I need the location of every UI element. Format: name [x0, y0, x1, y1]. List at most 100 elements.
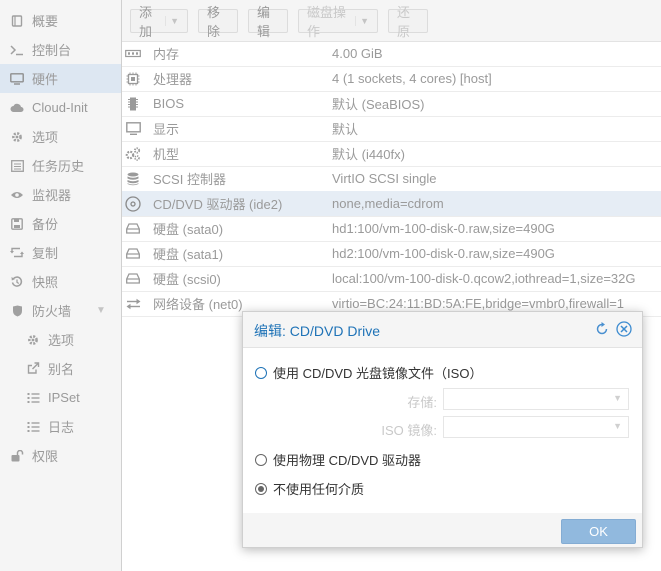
sidebar-item-label: 硬件 — [32, 72, 59, 87]
chevron-down-icon: ▼ — [613, 421, 622, 431]
list-ol-icon — [26, 391, 40, 405]
sidebar-item-cloud-init[interactable]: Cloud-Init — [0, 93, 121, 122]
row-key: 内存 — [153, 47, 180, 62]
eye-icon — [10, 188, 24, 202]
sidebar-item-firewall[interactable]: 防火墙 ▼ — [0, 296, 121, 325]
radio-circle — [255, 453, 267, 466]
cogs-icon — [125, 146, 141, 162]
table-row[interactable]: 显示 默认 — [122, 116, 661, 142]
remove-button-label: 移除 — [207, 5, 221, 39]
add-button[interactable]: 添加 ▼ — [130, 5, 188, 39]
list-icon — [10, 159, 24, 173]
row-value: VirtIO SCSI single — [332, 171, 437, 186]
table-row[interactable]: 处理器 4 (1 sockets, 4 cores) [host] — [122, 66, 661, 92]
sidebar-item-ipset[interactable]: IPSet — [0, 383, 121, 412]
table-row[interactable]: BIOS 默认 (SeaBIOS) — [122, 91, 661, 117]
sidebar-item-snapshots[interactable]: 快照 — [0, 267, 121, 296]
shield-icon — [10, 304, 24, 318]
row-value: hd1:100/vm-100-disk-0.raw,size=490G — [332, 221, 555, 236]
ok-button-label: OK — [589, 524, 608, 539]
external-link-icon — [26, 362, 40, 376]
row-key: 硬盘 (scsi0) — [153, 272, 221, 287]
toolbar: 添加 ▼ 移除 编辑 磁盘操作 ▼ 还原 — [122, 0, 661, 42]
sidebar: 概要 控制台 硬件 Cloud-Init 选项 任务历史 监视器 备份 复制 快… — [0, 0, 122, 571]
revert-button-label: 还原 — [397, 5, 411, 39]
dialog-header: 编辑: CD/DVD Drive — [243, 312, 642, 347]
sidebar-item-alias[interactable]: 别名 — [0, 354, 121, 383]
ok-button[interactable]: OK — [561, 519, 636, 544]
row-value: none,media=cdrom — [332, 196, 444, 211]
edit-cdrom-dialog: 编辑: CD/DVD Drive 使用 CD/DVD 光盘镜像文件（ISO） 存… — [242, 311, 643, 548]
table-row[interactable]: 硬盘 (sata0) hd1:100/vm-100-disk-0.raw,siz… — [122, 216, 661, 242]
sidebar-item-label: 防火墙 — [32, 304, 72, 319]
sidebar-item-options[interactable]: 选项 — [0, 122, 121, 151]
sidebar-item-task-history[interactable]: 任务历史 — [0, 151, 121, 180]
row-key: 机型 — [153, 147, 180, 162]
sidebar-item-monitor[interactable]: 监视器 — [0, 180, 121, 209]
iso-image-label: ISO 镜像: — [381, 423, 437, 438]
remove-button[interactable]: 移除 — [198, 5, 238, 39]
disk-action-button-label: 磁盘操作 — [307, 5, 347, 39]
row-key: 处理器 — [153, 72, 193, 87]
sidebar-item-label: 概要 — [32, 14, 59, 29]
sidebar-item-label: 监视器 — [32, 188, 72, 203]
sidebar-item-label: 快照 — [32, 275, 59, 290]
sidebar-item-permissions[interactable]: 权限 — [0, 441, 121, 470]
disk-action-button[interactable]: 磁盘操作 ▼ — [298, 5, 378, 39]
sidebar-item-firewall-options[interactable]: 选项 — [0, 325, 121, 354]
sidebar-item-label: 任务历史 — [32, 159, 85, 174]
radio-circle — [255, 366, 267, 379]
reset-icon[interactable] — [594, 321, 610, 337]
row-value: 4 (1 sockets, 4 cores) [host] — [332, 71, 492, 86]
table-row[interactable]: SCSI 控制器 VirtIO SCSI single — [122, 166, 661, 192]
row-key: BIOS — [153, 96, 185, 111]
revert-button[interactable]: 还原 — [388, 5, 428, 39]
sidebar-item-label: Cloud-Init — [32, 100, 88, 115]
sidebar-item-summary[interactable]: 概要 — [0, 6, 121, 35]
sidebar-item-console[interactable]: 控制台 — [0, 35, 121, 64]
no-media-radio[interactable]: 不使用任何介质 — [255, 479, 364, 498]
edit-button[interactable]: 编辑 — [248, 5, 288, 39]
row-value: virtio=BC:24:11:BD:5A:FE,bridge=vmbr0,fi… — [332, 296, 625, 311]
use-physical-drive-radio[interactable]: 使用物理 CD/DVD 驱动器 — [255, 450, 421, 469]
table-row[interactable]: 内存 4.00 GiB — [122, 41, 661, 67]
sidebar-item-backup[interactable]: 备份 — [0, 209, 121, 238]
retweet-icon — [10, 246, 24, 260]
unlock-icon — [10, 449, 24, 463]
hdd-icon — [125, 271, 141, 287]
iso-image-select[interactable]: ▼ — [443, 416, 629, 438]
microchip-icon — [125, 96, 141, 112]
row-key: CD/DVD 驱动器 (ide2) — [153, 197, 283, 212]
storage-select[interactable]: ▼ — [443, 388, 629, 410]
sidebar-item-label: 选项 — [32, 130, 59, 145]
sidebar-item-log[interactable]: 日志 — [0, 412, 121, 441]
radio-label: 不使用任何介质 — [273, 482, 365, 497]
sidebar-item-replication[interactable]: 复制 — [0, 238, 121, 267]
row-value: hd2:100/vm-100-disk-0.raw,size=490G — [332, 246, 555, 261]
row-value: local:100/vm-100-disk-0.qcow2,iothread=1… — [332, 271, 636, 286]
memory-icon — [125, 46, 141, 62]
table-row[interactable]: 硬盘 (scsi0) local:100/vm-100-disk-0.qcow2… — [122, 266, 661, 292]
hdd-icon — [125, 221, 141, 237]
sidebar-item-label: 别名 — [48, 362, 75, 377]
gear-icon — [26, 333, 40, 347]
row-value: 默认 (SeaBIOS) — [332, 97, 425, 112]
chevron-down-icon[interactable]: ▼ — [96, 305, 106, 316]
dialog-body: 使用 CD/DVD 光盘镜像文件（ISO） 存储: ▼ ISO 镜像: ▼ 使用… — [243, 347, 642, 515]
add-button-label: 添加 — [139, 5, 153, 39]
radio-circle — [255, 482, 267, 495]
desktop-icon — [125, 121, 141, 137]
edit-button-label: 编辑 — [257, 5, 271, 39]
radio-label: 使用 CD/DVD 光盘镜像文件（ISO） — [273, 366, 483, 381]
cpu-icon — [125, 71, 141, 87]
close-icon[interactable] — [616, 321, 632, 337]
table-row[interactable]: 硬盘 (sata1) hd2:100/vm-100-disk-0.raw,siz… — [122, 241, 661, 267]
sidebar-item-label: 控制台 — [32, 43, 72, 58]
use-iso-radio[interactable]: 使用 CD/DVD 光盘镜像文件（ISO） — [255, 363, 482, 382]
dialog-title: 编辑: CD/DVD Drive — [254, 323, 381, 339]
hdd-icon — [125, 246, 141, 262]
table-row[interactable]: CD/DVD 驱动器 (ide2) none,media=cdrom — [122, 191, 661, 217]
sidebar-item-hardware[interactable]: 硬件 — [0, 64, 121, 93]
cloud-icon — [10, 101, 24, 115]
table-row[interactable]: 机型 默认 (i440fx) — [122, 141, 661, 167]
